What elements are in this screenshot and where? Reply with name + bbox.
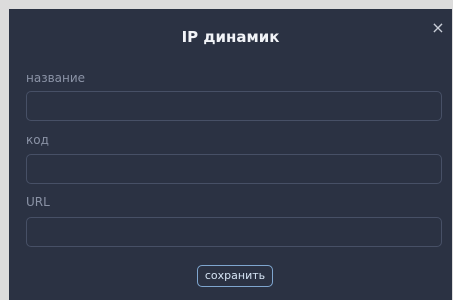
dialog-title: IP динамик xyxy=(181,28,280,46)
url-input[interactable] xyxy=(26,217,442,247)
name-input[interactable] xyxy=(26,91,442,121)
name-label: название xyxy=(26,71,86,85)
code-label: код xyxy=(26,133,49,147)
ip-speaker-dialog: IP динамик × название код URL сохранить xyxy=(9,9,452,300)
code-input[interactable] xyxy=(26,154,442,184)
close-icon[interactable]: × xyxy=(431,20,445,36)
save-button[interactable]: сохранить xyxy=(197,265,273,287)
url-label: URL xyxy=(26,195,50,209)
